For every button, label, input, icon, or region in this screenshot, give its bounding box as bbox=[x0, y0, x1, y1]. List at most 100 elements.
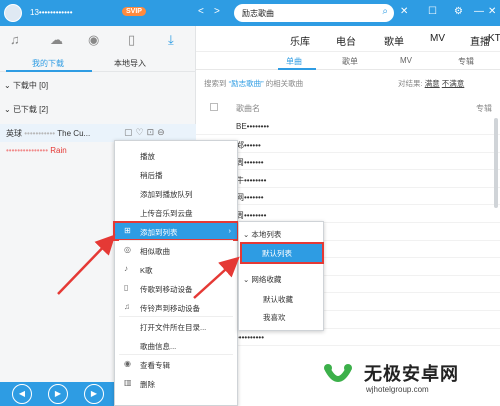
table-row[interactable]: 周••••••• bbox=[196, 153, 500, 171]
menu-item-icon: ♫ bbox=[124, 302, 130, 311]
liked-songs-item[interactable]: 我喜欢 bbox=[263, 312, 286, 323]
group-downloaded[interactable]: ⌄ 已下载 [2] bbox=[4, 104, 48, 115]
track-name: ••••••••••••••• bbox=[6, 146, 49, 155]
context-menu-item[interactable]: ▥ 删除 bbox=[115, 375, 237, 391]
prev-button[interactable]: ◀ bbox=[12, 384, 32, 404]
song-title: 周••••••• bbox=[236, 158, 264, 168]
menu-item-label: 上传音乐到云盘 bbox=[140, 209, 193, 218]
play-button[interactable]: ▶ bbox=[48, 384, 68, 404]
group-downloading-label: 下载中 bbox=[12, 81, 37, 90]
table-row[interactable]: 郑•••••• bbox=[196, 136, 500, 153]
track-suffix: Rain bbox=[50, 146, 67, 155]
left-icon-row: ♫ ☁ ◉ ▯ ⤓ bbox=[0, 26, 196, 56]
search-box[interactable]: ⌕ bbox=[234, 4, 394, 22]
search-input[interactable] bbox=[242, 7, 372, 19]
chevron-down-icon: ⌄ bbox=[4, 81, 11, 90]
track-name: ••••••••••• bbox=[24, 129, 56, 138]
col-song-name[interactable]: 歌曲名 bbox=[236, 103, 260, 114]
music-note-icon[interactable]: ♫ bbox=[10, 32, 20, 47]
context-menu-item[interactable]: ♪ K歌 bbox=[115, 261, 237, 277]
menu-item-label: 删除 bbox=[140, 380, 155, 389]
default-list-item[interactable]: 默认列表 bbox=[240, 242, 324, 264]
tab-my-downloads[interactable]: 我的下载 bbox=[32, 58, 64, 69]
group-downloading[interactable]: ⌄ 下载中 [0] bbox=[4, 80, 48, 91]
submenu-cloud-header: ⌄ 网络收藏 bbox=[243, 275, 282, 284]
menu-item-icon: ◉ bbox=[124, 359, 131, 368]
menu-item-label: 添加到列表 bbox=[140, 228, 178, 237]
context-menu-item[interactable]: 歌曲信息... bbox=[115, 337, 237, 353]
nav-playlists[interactable]: 歌单 bbox=[384, 33, 404, 48]
tab-playlists[interactable]: 歌单 bbox=[342, 56, 358, 67]
menu-item-label: 传铃声到移动设备 bbox=[140, 304, 200, 313]
context-menu-item[interactable]: 上传音乐到云盘 bbox=[115, 204, 237, 220]
search-tabs: 单曲 歌单 MV 专辑 bbox=[196, 52, 500, 70]
menu-separator bbox=[119, 240, 233, 241]
table-row[interactable]: •••••••••• bbox=[196, 329, 500, 347]
default-favorites-item[interactable]: 默认收藏 bbox=[263, 294, 293, 305]
table-row[interactable]: 牛•••••••• bbox=[196, 171, 500, 188]
search-icon[interactable]: ⌕ bbox=[382, 6, 388, 17]
context-menu-item[interactable]: 添加到播放队列 bbox=[115, 185, 237, 201]
minimize-icon[interactable]: — bbox=[474, 6, 484, 17]
select-all-checkbox[interactable] bbox=[210, 103, 218, 111]
menu-item-label: K歌 bbox=[140, 266, 153, 275]
download-icon[interactable]: ⤓ bbox=[168, 32, 174, 48]
tab-songs[interactable]: 单曲 bbox=[286, 56, 302, 67]
col-album[interactable]: 专辑 bbox=[476, 103, 492, 114]
radio-icon[interactable]: ◉ bbox=[88, 32, 99, 48]
table-row[interactable]: BE•••••••• bbox=[196, 118, 500, 135]
menu-separator bbox=[119, 221, 233, 222]
results-header: 歌曲名 专辑 bbox=[196, 100, 500, 116]
watermark-url: wjhotelgroup.com bbox=[366, 385, 429, 394]
next-button[interactable]: ▶ bbox=[84, 384, 104, 404]
nav-mv[interactable]: MV bbox=[430, 33, 445, 44]
tab-mv[interactable]: MV bbox=[400, 56, 412, 65]
context-menu-item[interactable]: 稍后播 bbox=[115, 166, 237, 182]
table-row[interactable]: 网••••••• bbox=[196, 188, 500, 206]
close-window-icon[interactable]: ✕ bbox=[488, 6, 496, 17]
menu-separator bbox=[119, 316, 233, 317]
menu-item-icon: ◎ bbox=[124, 245, 131, 254]
back-icon[interactable]: < bbox=[198, 6, 204, 17]
clear-search-icon[interactable]: ✕ bbox=[400, 6, 408, 17]
active-tab-indicator bbox=[6, 70, 92, 72]
context-menu-item[interactable]: ◉ 查看专辑 bbox=[115, 356, 237, 372]
context-menu-item[interactable]: ♫ 传铃声到移动设备 bbox=[115, 299, 237, 315]
forward-icon[interactable]: > bbox=[214, 6, 220, 17]
context-menu-item[interactable]: ▯ 传歌到移动设备 bbox=[115, 280, 237, 296]
player-bar: ◀ ▶ ▶ bbox=[0, 382, 116, 406]
nav-library[interactable]: 乐库 bbox=[290, 33, 310, 48]
result-feedback: 对结果: 满意 不满意 bbox=[398, 79, 465, 88]
group-downloaded-count: [2] bbox=[39, 105, 49, 114]
song-title: 网••••••• bbox=[236, 193, 264, 203]
menu-item-label: 查看专辑 bbox=[140, 361, 170, 370]
satisfied-link[interactable]: 满意 bbox=[425, 79, 440, 88]
tab-local-import[interactable]: 本地导入 bbox=[114, 58, 146, 69]
track-suffix: The Cu... bbox=[57, 129, 91, 138]
song-title: 周•••••••• bbox=[236, 211, 267, 220]
nav-live[interactable]: 直播 bbox=[470, 33, 490, 48]
context-menu-item[interactable]: ⊞ 添加到列表 › bbox=[113, 221, 239, 241]
menu-item-icon: ▯ bbox=[124, 283, 129, 292]
menu-item-label: 歌曲信息... bbox=[140, 342, 177, 351]
track-actions[interactable]: ▢♡⊡⊖ bbox=[124, 127, 168, 138]
settings-icon[interactable]: ⚙ bbox=[454, 6, 463, 17]
chevron-down-icon: ⌄ bbox=[4, 105, 11, 114]
device-icon[interactable]: ▯ bbox=[128, 32, 135, 48]
results-scrollbar[interactable] bbox=[494, 118, 498, 208]
nav-ktv-label[interactable]: KT bbox=[488, 33, 500, 44]
song-title: BE•••••••• bbox=[236, 122, 270, 131]
left-tabs: 我的下载 本地导入 bbox=[0, 56, 196, 72]
cloud-icon[interactable]: ☁ bbox=[50, 32, 63, 48]
svip-badge[interactable]: SVIP bbox=[122, 7, 146, 16]
unsatisfied-link[interactable]: 不满意 bbox=[442, 79, 465, 88]
nav-radio[interactable]: 电台 bbox=[336, 33, 356, 48]
skin-icon[interactable]: ☐ bbox=[428, 6, 437, 17]
context-menu-item[interactable]: ◎ 相似歌曲 bbox=[115, 242, 237, 258]
context-menu-item[interactable]: 播放 bbox=[115, 147, 237, 163]
group-downloaded-label: 已下载 bbox=[12, 105, 37, 114]
tab-albums[interactable]: 专辑 bbox=[458, 56, 474, 67]
context-menu-item[interactable]: 打开文件所在目录... bbox=[115, 318, 237, 334]
menu-item-label: 相似歌曲 bbox=[140, 247, 170, 256]
avatar[interactable] bbox=[4, 4, 22, 22]
